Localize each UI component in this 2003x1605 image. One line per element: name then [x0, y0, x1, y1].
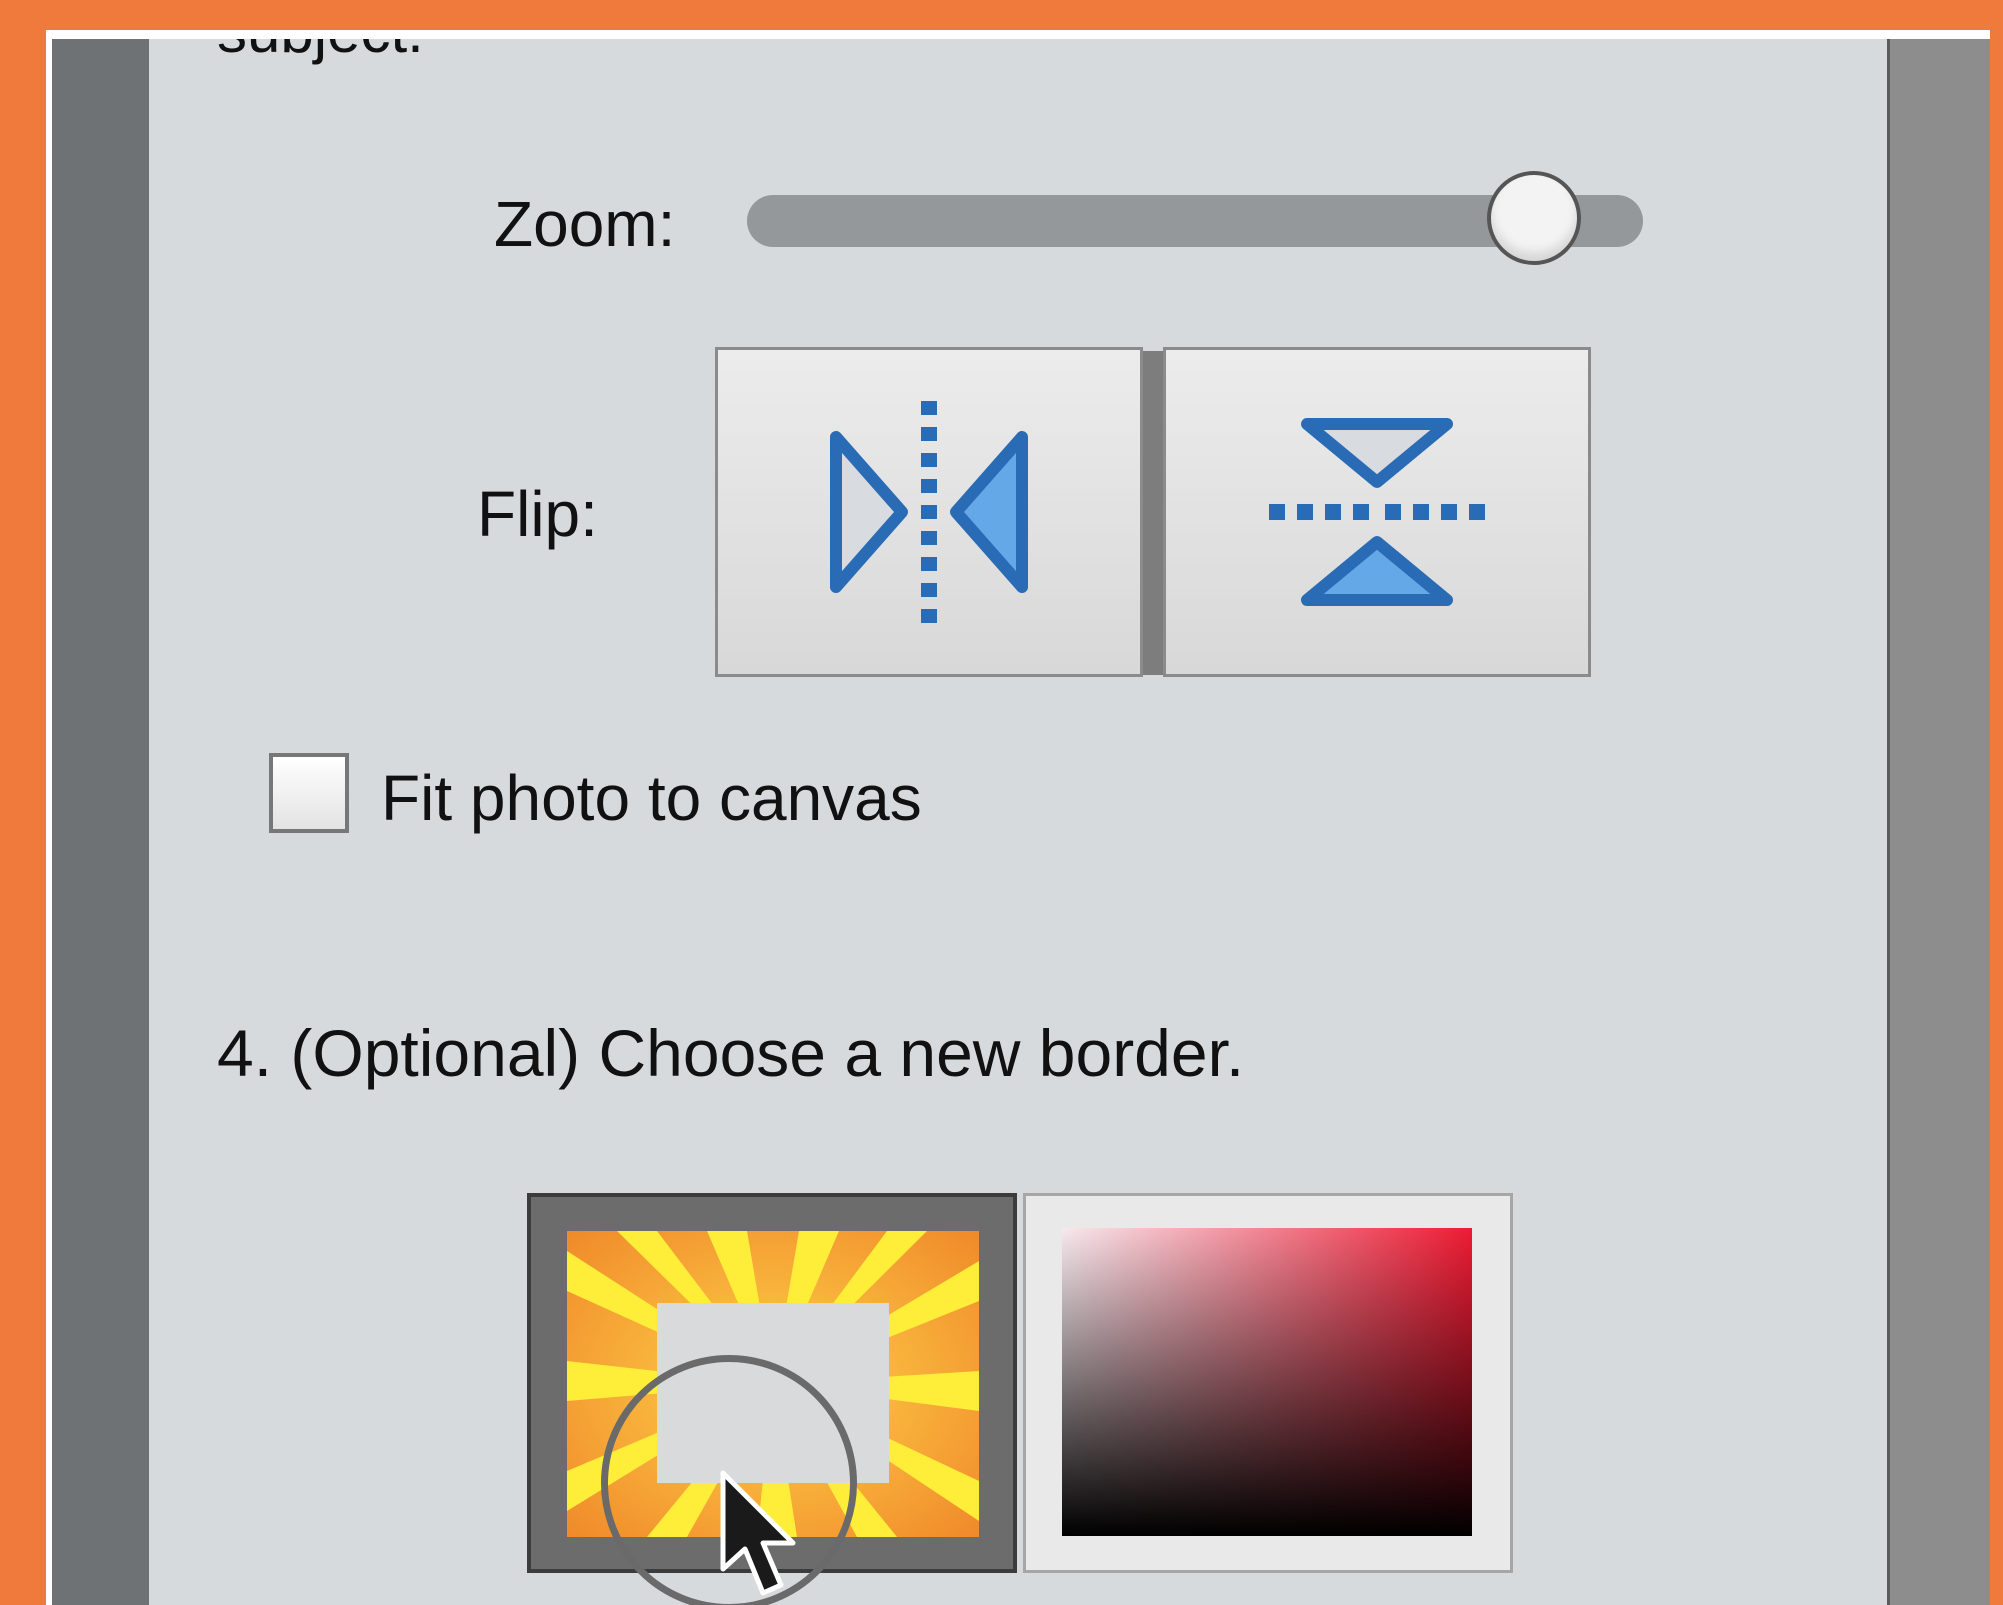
- zoom-label: Zoom:: [494, 188, 676, 260]
- options-panel: subject. Zoom: Flip:: [149, 39, 1887, 1605]
- border-option-red-gradient[interactable]: [1023, 1193, 1513, 1573]
- flip-label: Flip:: [477, 478, 598, 550]
- flip-vertical-button[interactable]: [1163, 347, 1591, 677]
- left-panel-edge: [52, 39, 149, 1605]
- right-panel-edge: [1887, 39, 1990, 1605]
- zoom-slider-thumb[interactable]: [1487, 171, 1581, 265]
- flip-button-divider: [1143, 351, 1163, 675]
- arrow-cursor-icon: [720, 1470, 796, 1596]
- fit-photo-checkbox[interactable]: [269, 753, 349, 833]
- fit-photo-label[interactable]: Fit photo to canvas: [381, 761, 922, 835]
- flip-vertical-icon: [1269, 418, 1485, 606]
- flip-horizontal-icon: [830, 401, 1028, 623]
- app-frame: subject. Zoom: Flip:: [46, 30, 1990, 1605]
- flip-horizontal-button[interactable]: [715, 347, 1143, 677]
- red-gradient-border-thumbnail: [1062, 1228, 1472, 1536]
- instruction-text-subject: subject.: [217, 39, 424, 66]
- step4-instruction: 4. (Optional) Choose a new border.: [217, 1016, 1245, 1090]
